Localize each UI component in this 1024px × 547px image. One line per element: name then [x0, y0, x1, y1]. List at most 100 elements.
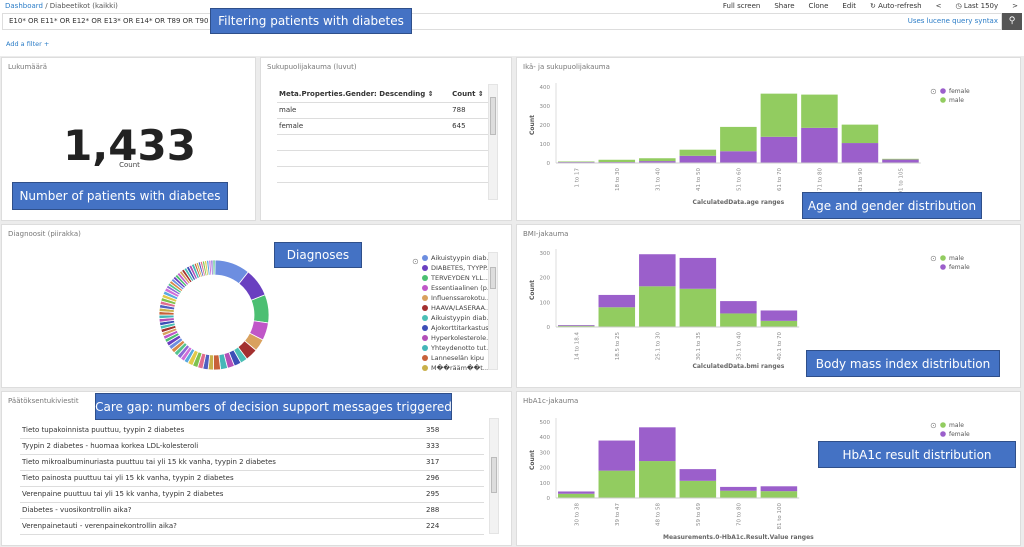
x-axis-label: CalculatedData.age ranges: [693, 199, 785, 206]
bar-female: [679, 469, 717, 481]
annotation-caregap: Care gap: numbers of decision support me…: [95, 393, 452, 420]
legend-label: DIABETES, TYYPP...: [431, 264, 488, 272]
message-count: 295: [424, 486, 484, 503]
share-button[interactable]: Share: [774, 2, 794, 10]
legend-item[interactable]: M��rääm��t...: [422, 363, 488, 371]
legend-toggle-icon[interactable]: ⊙: [412, 257, 419, 266]
lucene-syntax-link[interactable]: Uses lucene query syntax: [908, 17, 998, 25]
bar-male: [720, 126, 757, 152]
message-text: Tieto mikroalbuminuriasta puuttuu tai yl…: [20, 454, 424, 471]
x-tick-label: 31 to 40: [655, 167, 661, 191]
y-tick-label: 500: [540, 420, 551, 426]
y-tick-label: 400: [540, 435, 551, 441]
count-label: Count: [119, 161, 140, 169]
legend-toggle-icon: ⊙: [930, 87, 937, 96]
bar-female: [639, 254, 676, 287]
annotation-bmi: Body mass index distribution: [806, 350, 1000, 377]
legend-dot: [940, 264, 946, 270]
gender-table-scrollbar[interactable]: [488, 84, 498, 200]
x-tick-label: 41 to 50: [696, 167, 702, 191]
x-tick-label: 35.1 to 40: [736, 332, 742, 361]
y-axis-label: Count: [529, 280, 536, 300]
legend-item[interactable]: Aikuistyypin diab...: [422, 313, 488, 323]
panel-title: Sukupuolijakauma (luvut): [267, 63, 357, 71]
legend-item[interactable]: Essentiaalinen (p...: [422, 283, 488, 293]
table-row: Tieto painosta puuttuu tai yli 15 kk van…: [20, 470, 484, 487]
legend-toggle-icon: ⊙: [930, 254, 937, 263]
search-button[interactable]: ⚲: [1002, 13, 1022, 30]
annotation-age: Age and gender distribution: [802, 192, 982, 219]
legend-color-dot: [422, 295, 428, 301]
diagnoses-panel: Diagnoosit (piirakka) ⊙ Aikuistyypin dia…: [1, 224, 512, 388]
add-filter-button[interactable]: Add a filter +: [6, 40, 49, 48]
annotation-filter: Filtering patients with diabetes: [210, 8, 412, 34]
legend-label: Lanneselän kipu: [431, 354, 485, 362]
column-header-count[interactable]: Count ⇕: [450, 86, 489, 103]
bar-male: [760, 93, 798, 137]
full-screen-button[interactable]: Full screen: [723, 2, 760, 10]
message-text: Verenpainetauti - verenpainekontrollin a…: [20, 518, 424, 535]
legend-label: male: [949, 97, 964, 104]
legend-item[interactable]: Ajokorttitarkastus: [422, 323, 488, 333]
annotation-hba1c: HbA1c result distribution: [818, 441, 1016, 468]
bar-male: [760, 491, 798, 498]
bar-male: [882, 158, 919, 160]
bar-male: [639, 158, 676, 162]
bar-female: [760, 136, 798, 163]
y-tick-label: 200: [540, 276, 551, 282]
legend-dot: [940, 422, 946, 428]
column-header-gender[interactable]: Meta.Properties.Gender: Descending ⇕: [277, 86, 451, 103]
legend-item[interactable]: HAAVA/LASERAA...: [422, 303, 488, 313]
gender-table: Meta.Properties.Gender: Descending ⇕ Coun…: [277, 86, 489, 183]
time-forward-button[interactable]: >: [1012, 2, 1018, 10]
x-tick-label: 91 to 105: [898, 168, 904, 195]
y-tick-label: 200: [540, 123, 551, 129]
clock-icon: ◷: [955, 2, 964, 10]
legend-item[interactable]: Influenssarokotu...: [422, 293, 488, 303]
breadcrumb-current: Diabeetikot (kaikki): [49, 2, 118, 10]
legend-color-dot: [422, 255, 428, 261]
legend-item[interactable]: Aikuistyypin diab...: [422, 253, 488, 263]
legend-item[interactable]: Hyperkolesterole...: [422, 333, 488, 343]
time-back-button[interactable]: <: [936, 2, 942, 10]
legend-color-dot: [422, 305, 428, 311]
auto-refresh-button[interactable]: ↻ Auto-refresh: [870, 2, 922, 10]
bar-male: [598, 307, 636, 327]
breadcrumb: Dashboard / Diabeetikot (kaikki): [5, 2, 118, 10]
annotation-diagnoses: Diagnoses: [274, 242, 362, 268]
bar-male: [720, 313, 757, 327]
legend-label: Essentiaalinen (p...: [431, 284, 488, 292]
top-menu: Full screen Share Clone Edit ↻ Auto-refr…: [723, 2, 1018, 10]
legend-label: female: [949, 431, 970, 438]
diagnoses-donut-chart: [158, 259, 270, 371]
y-tick-label: 100: [540, 142, 551, 148]
legend-item[interactable]: Yhteydenotto tut...: [422, 343, 488, 353]
time-picker-button[interactable]: ◷ Last 150y: [955, 2, 998, 10]
message-text: Verenpaine puuttuu tai yli 15 kk vanha, …: [20, 486, 424, 503]
breadcrumb-dashboard-link[interactable]: Dashboard: [5, 2, 43, 10]
message-text: Tieto painosta puuttuu tai yli 15 kk van…: [20, 470, 424, 487]
panel-title: Päätöksentukiviestit: [8, 397, 79, 405]
legend-item[interactable]: Lanneselän kipu: [422, 353, 488, 363]
x-tick-label: 81 to 100: [777, 503, 783, 530]
y-tick-label: 200: [540, 466, 551, 472]
table-row: Tieto tupakoinnista puuttuu, tyypin 2 di…: [20, 422, 484, 439]
edit-button[interactable]: Edit: [842, 2, 856, 10]
y-tick-label: 0: [547, 496, 551, 502]
message-text: Tyypin 2 diabetes - huomaa korkea LDL-ko…: [20, 438, 424, 455]
y-tick-label: 300: [540, 450, 551, 456]
table-row: Tyypin 2 diabetes - huomaa korkea LDL-ko…: [20, 438, 484, 455]
table-row: female 645: [277, 118, 489, 135]
legend-scrollbar[interactable]: [488, 252, 498, 370]
legend-item[interactable]: TERVEYDEN YLL...: [422, 273, 488, 283]
y-axis-label: Count: [529, 115, 536, 135]
clone-button[interactable]: Clone: [809, 2, 829, 10]
legend-item[interactable]: DIABETES, TYYPP...: [422, 263, 488, 273]
legend-label: Hyperkolesterole...: [431, 334, 488, 342]
legend-color-dot: [422, 265, 428, 271]
bar-female: [598, 440, 636, 471]
legend-dot: [940, 88, 946, 94]
search-query-input[interactable]: E10* OR E11* OR E12* OR E13* OR E14* OR …: [2, 13, 1002, 30]
x-tick-label: 30.1 to 35: [696, 332, 702, 361]
caregap-scrollbar[interactable]: [489, 418, 499, 534]
